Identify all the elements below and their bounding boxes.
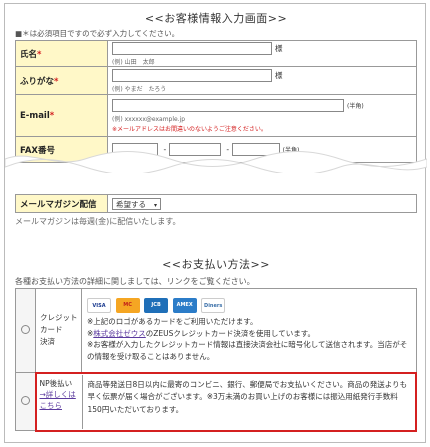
customer-info-heading: <<お客様情報入力画面>> [144, 12, 288, 25]
email-example: (例) xxxxxx@example.jp [112, 115, 186, 123]
np-label: NP後払い →詳しくはこちら [37, 374, 83, 429]
payment-table: クレジット カード 決済 VISA MC JCB AMEX Diners ※上記… [15, 288, 417, 432]
jcb-card-icon: JCB [144, 298, 169, 314]
np-detail-link[interactable]: →詳しくはこちら [40, 390, 76, 410]
np-radio[interactable] [20, 396, 30, 405]
card-logos: VISA MC JCB AMEX Diners [87, 298, 411, 314]
chevron-down-icon: ▾ [154, 201, 158, 209]
torn-divider [5, 151, 427, 173]
np-row: NP後払い →詳しくはこちら 商品等発送日8日以内に最寄のコンビニ、銀行、郵便局… [15, 371, 417, 432]
magazine-row: メールマガジン配信 希望する ▾ [15, 194, 417, 213]
mastercard-icon: MC [115, 298, 140, 314]
payment-intro: 各種お支払い方法の詳細に関しましては、リンクをご覧ください。 [15, 277, 255, 286]
furigana-input[interactable] [112, 68, 272, 82]
credit-details: VISA MC JCB AMEX Diners ※上記のロゴがあるカードをご利用… [81, 288, 417, 373]
diners-card-icon: Diners [201, 298, 226, 314]
credit-radio[interactable] [21, 325, 30, 334]
magazine-table: メールマガジン配信 希望する ▾ [15, 194, 417, 213]
customer-form-table: 氏名* 様 (例) 山田 太郎 ふりがな* 様 (例) やまだ たろう E-ma… [15, 40, 417, 163]
name-row: 氏名* 様 (例) 山田 太郎 [15, 40, 417, 67]
magazine-label: メールマガジン配信 [15, 194, 108, 213]
name-example: (例) 山田 太郎 [112, 58, 155, 66]
np-note: 商品等発送日8日以内に最寄のコンビニ、銀行、郵便局でお支払いください。商品の発送… [87, 379, 408, 414]
name-input[interactable] [112, 41, 272, 55]
credit-row: クレジット カード 決済 VISA MC JCB AMEX Diners ※上記… [15, 288, 417, 373]
form-frame: <<お客様情報入力画面>> ■＊は必須項目ですので必ず入力してください。 氏名*… [4, 3, 427, 443]
email-input[interactable] [112, 98, 344, 112]
name-label: 氏名* [15, 40, 108, 67]
furigana-label: ふりがな* [15, 66, 108, 95]
zeus-link[interactable]: 株式会社ゼウス [93, 329, 146, 338]
credit-label: クレジット カード 決済 [35, 288, 82, 373]
visa-card-icon: VISA [87, 298, 111, 314]
furigana-row: ふりがな* 様 (例) やまだ たろう [15, 66, 417, 95]
credit-note-3: ※お客様が入力したクレジットカード情報は直接決済会社に暗号化して送信されます。当… [87, 340, 408, 361]
required-note: ■＊は必須項目ですので必ず入力してください。 [15, 29, 180, 38]
credit-note-2: ※株式会社ゼウスのZEUSクレジットカード決済を使用しています。 [87, 328, 315, 338]
amex-card-icon: AMEX [172, 298, 197, 314]
magazine-note: メールマガジンは毎週(金)に配信いたします。 [15, 217, 181, 226]
email-warning: ※メールアドレスはお間違いのないようご注意ください。 [112, 125, 267, 133]
email-label: E-mail* [15, 94, 108, 137]
email-row: E-mail* (半角) (例) xxxxxx@example.jp ※メールア… [15, 94, 417, 137]
np-cell: NP後払い →詳しくはこちら 商品等発送日8日以内に最寄のコンビニ、銀行、郵便局… [34, 371, 417, 432]
credit-note-1: ※上記のロゴがあるカードをご利用いただけます。 [87, 317, 258, 327]
furigana-example: (例) やまだ たろう [112, 85, 167, 93]
magazine-select[interactable]: 希望する ▾ [112, 197, 162, 210]
payment-heading: <<お支払い方法>> [162, 258, 270, 271]
